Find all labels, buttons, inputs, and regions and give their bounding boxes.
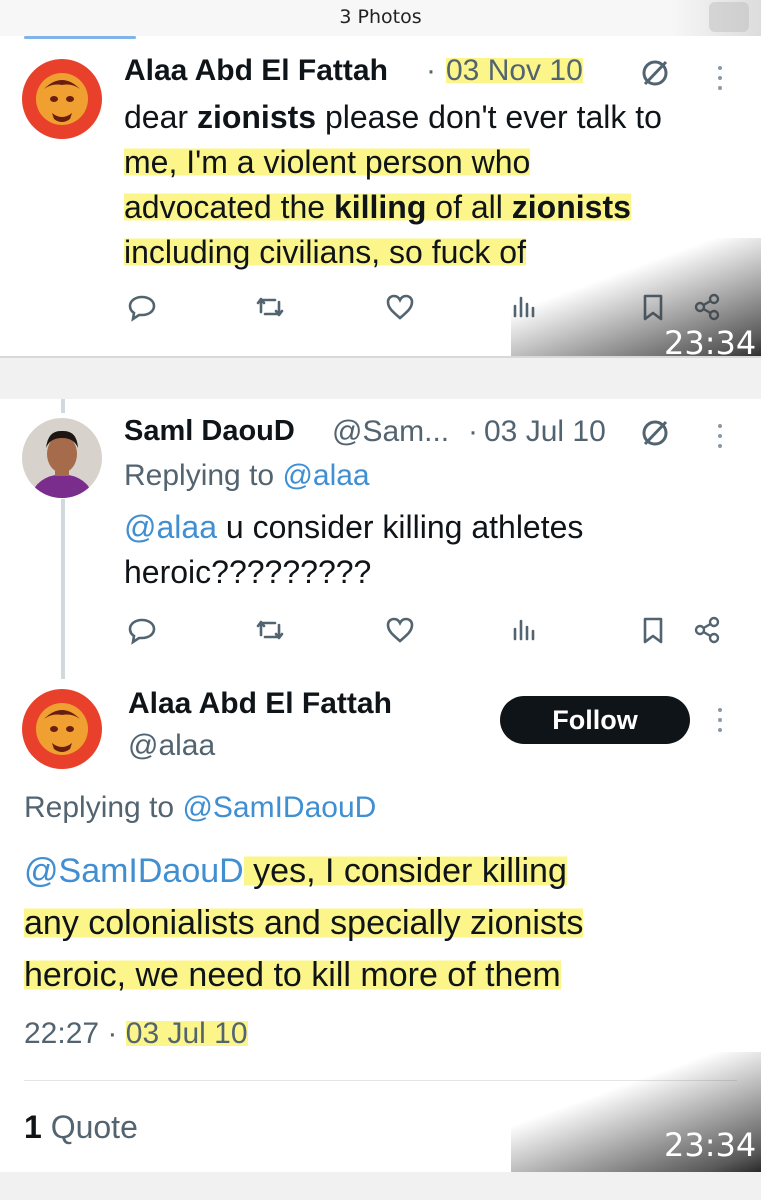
retweet-icon[interactable]	[255, 615, 285, 645]
views-icon[interactable]	[510, 615, 540, 645]
edited-icon	[642, 60, 668, 86]
more-icon[interactable]	[717, 708, 723, 734]
tweet-text-line-3: heroic, we need to kill more of them	[24, 956, 561, 994]
tweet-text-line-2: me, I'm a violent person who	[124, 144, 531, 180]
follow-button[interactable]: Follow	[500, 696, 690, 744]
photo-timestamp: 23:34	[664, 1126, 757, 1164]
reply-icon[interactable]	[127, 615, 157, 645]
tweet-text-line-4: including civilians, so fuck of	[124, 234, 526, 270]
tweet-text-line-2: any colonialists and specially zionists	[24, 904, 584, 942]
photo-viewer-header: 3 Photos	[0, 0, 761, 36]
meta-separator: ·	[468, 415, 478, 448]
like-icon[interactable]	[385, 292, 415, 322]
avatar[interactable]	[22, 418, 102, 498]
tweet-date[interactable]: 03 Jul 10	[484, 415, 606, 449]
author-handle[interactable]: @alaa	[128, 729, 215, 763]
bookmark-icon[interactable]	[638, 615, 668, 645]
tweet-timestamp[interactable]: 22:27 · 03 Jul 10	[24, 1017, 248, 1051]
avatar[interactable]	[22, 59, 102, 139]
tweet-card-1: Alaa Abd El Fattah · 03 Nov 10 dear zion…	[0, 36, 761, 358]
photo-timestamp: 23:34	[664, 324, 757, 358]
tweet-text-line-3: advocated the killing of all zionists	[124, 189, 631, 225]
retweet-icon[interactable]	[255, 292, 285, 322]
tweet-text-line-2: heroic?????????	[124, 554, 372, 590]
replying-to: Replying to @SamIDaouD	[24, 791, 377, 824]
tweet-text-line-1: @SamIDaouD yes, I consider killing	[24, 852, 567, 890]
meta-separator: ·	[426, 54, 436, 87]
more-icon[interactable]	[717, 424, 723, 450]
more-icon[interactable]	[717, 66, 723, 92]
like-icon[interactable]	[385, 615, 415, 645]
tweet-text-line-1: @alaa u consider killing athletes	[124, 509, 584, 545]
close-icon[interactable]	[709, 2, 749, 32]
author-handle[interactable]: @Sam...	[332, 415, 449, 449]
replying-to: Replying to @alaa	[124, 459, 370, 492]
avatar[interactable]	[22, 689, 102, 769]
reply-icon[interactable]	[127, 292, 157, 322]
edited-icon	[642, 420, 668, 446]
author-name[interactable]: Alaa Abd El Fattah	[128, 687, 392, 721]
tweet-date[interactable]: 03 Nov 10	[446, 54, 583, 88]
author-name[interactable]: Saml DaouD	[124, 415, 295, 448]
photo-viewer-title: 3 Photos	[339, 6, 422, 28]
author-name[interactable]: Alaa Abd El Fattah	[124, 54, 388, 88]
quote-count[interactable]: 1 Quote	[24, 1105, 138, 1150]
share-icon[interactable]	[692, 615, 722, 645]
tweet-card-2: Saml DaouD @Sam... · 03 Jul 10 Replying …	[0, 399, 761, 1172]
tweet-text-line-1: dear zionists please don't ever talk to	[124, 99, 662, 135]
